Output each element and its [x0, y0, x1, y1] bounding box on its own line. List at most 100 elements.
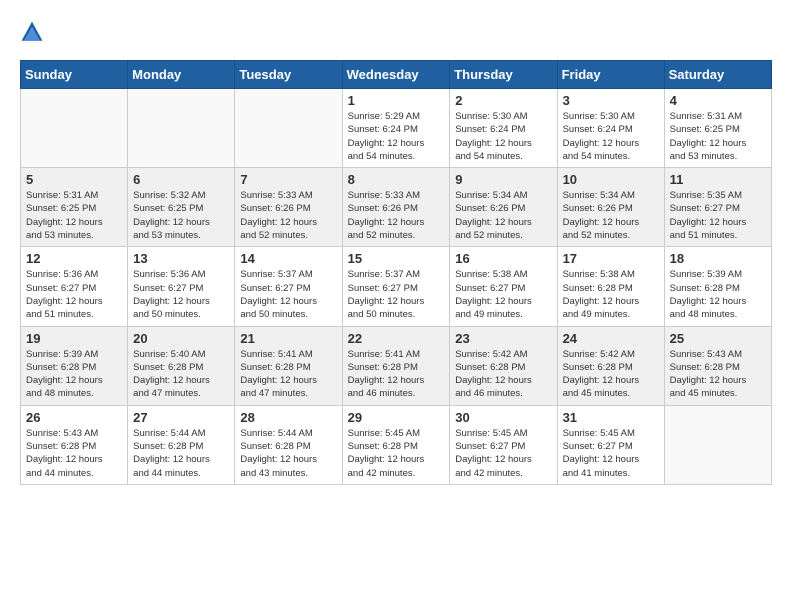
day-number: 22 — [348, 331, 445, 346]
calendar-day-cell: 24 Sunrise: 5:42 AM Sunset: 6:28 PM Dayli… — [557, 326, 664, 405]
calendar-day-cell — [235, 89, 342, 168]
day-info: Sunrise: 5:33 AM Sunset: 6:26 PM Dayligh… — [240, 189, 336, 242]
calendar-day-cell: 18 Sunrise: 5:39 AM Sunset: 6:28 PM Dayli… — [664, 247, 771, 326]
day-info: Sunrise: 5:34 AM Sunset: 6:26 PM Dayligh… — [563, 189, 659, 242]
calendar-day-cell: 23 Sunrise: 5:42 AM Sunset: 6:28 PM Dayli… — [450, 326, 557, 405]
calendar-day-cell: 22 Sunrise: 5:41 AM Sunset: 6:28 PM Dayli… — [342, 326, 450, 405]
day-info: Sunrise: 5:29 AM Sunset: 6:24 PM Dayligh… — [348, 110, 445, 163]
calendar-day-cell: 7 Sunrise: 5:33 AM Sunset: 6:26 PM Daylig… — [235, 168, 342, 247]
day-of-week-header: Monday — [128, 61, 235, 89]
day-number: 17 — [563, 251, 659, 266]
calendar-day-cell — [21, 89, 128, 168]
calendar-day-cell: 3 Sunrise: 5:30 AM Sunset: 6:24 PM Daylig… — [557, 89, 664, 168]
day-info: Sunrise: 5:31 AM Sunset: 6:25 PM Dayligh… — [26, 189, 122, 242]
calendar-day-cell: 14 Sunrise: 5:37 AM Sunset: 6:27 PM Dayli… — [235, 247, 342, 326]
calendar-day-cell: 15Sunrise: 5:37 AM Sunset: 6:27 PM Dayli… — [342, 247, 450, 326]
day-number: 11 — [670, 172, 766, 187]
day-number: 7 — [240, 172, 336, 187]
day-info: Sunrise: 5:45 AM Sunset: 6:27 PM Dayligh… — [563, 427, 659, 480]
day-info: Sunrise: 5:33 AM Sunset: 6:26 PM Dayligh… — [348, 189, 445, 242]
day-number: 3 — [563, 93, 659, 108]
calendar-day-cell: 21 Sunrise: 5:41 AM Sunset: 6:28 PM Dayli… — [235, 326, 342, 405]
logo — [20, 20, 48, 44]
calendar-day-cell: 25 Sunrise: 5:43 AM Sunset: 6:28 PM Dayli… — [664, 326, 771, 405]
calendar-day-cell: 12 Sunrise: 5:36 AM Sunset: 6:27 PM Dayli… — [21, 247, 128, 326]
day-of-week-header: Wednesday — [342, 61, 450, 89]
day-number: 29 — [348, 410, 445, 425]
day-number: 31 — [563, 410, 659, 425]
calendar-week-row: 5 Sunrise: 5:31 AM Sunset: 6:25 PM Daylig… — [21, 168, 772, 247]
day-info: Sunrise: 5:45 AM Sunset: 6:27 PM Dayligh… — [455, 427, 551, 480]
day-of-week-header: Saturday — [664, 61, 771, 89]
day-number: 28 — [240, 410, 336, 425]
day-number: 8 — [348, 172, 445, 187]
calendar-day-cell: 6 Sunrise: 5:32 AM Sunset: 6:25 PM Daylig… — [128, 168, 235, 247]
calendar-day-cell: 5 Sunrise: 5:31 AM Sunset: 6:25 PM Daylig… — [21, 168, 128, 247]
calendar-day-cell: 8 Sunrise: 5:33 AM Sunset: 6:26 PM Daylig… — [342, 168, 450, 247]
day-info: Sunrise: 5:38 AM Sunset: 6:27 PM Dayligh… — [455, 268, 551, 321]
day-number: 4 — [670, 93, 766, 108]
day-info: Sunrise: 5:44 AM Sunset: 6:28 PM Dayligh… — [133, 427, 229, 480]
day-number: 20 — [133, 331, 229, 346]
calendar-day-cell: 2 Sunrise: 5:30 AM Sunset: 6:24 PM Daylig… — [450, 89, 557, 168]
day-number: 1 — [348, 93, 445, 108]
day-info: Sunrise: 5:45 AM Sunset: 6:28 PM Dayligh… — [348, 427, 445, 480]
day-info: Sunrise: 5:37 AM Sunset: 6:27 PM Dayligh… — [240, 268, 336, 321]
day-info: Sunrise: 5:30 AM Sunset: 6:24 PM Dayligh… — [563, 110, 659, 163]
day-info: Sunrise: 5:35 AM Sunset: 6:27 PM Dayligh… — [670, 189, 766, 242]
day-info: Sunrise: 5:43 AM Sunset: 6:28 PM Dayligh… — [670, 348, 766, 401]
day-number: 26 — [26, 410, 122, 425]
calendar-day-cell: 28 Sunrise: 5:44 AM Sunset: 6:28 PM Dayli… — [235, 405, 342, 484]
calendar-day-cell: 9Sunrise: 5:34 AM Sunset: 6:26 PM Daylig… — [450, 168, 557, 247]
day-info: Sunrise: 5:42 AM Sunset: 6:28 PM Dayligh… — [563, 348, 659, 401]
calendar-week-row: 12 Sunrise: 5:36 AM Sunset: 6:27 PM Dayli… — [21, 247, 772, 326]
day-number: 30 — [455, 410, 551, 425]
day-number: 21 — [240, 331, 336, 346]
calendar-day-cell: 17 Sunrise: 5:38 AM Sunset: 6:28 PM Dayli… — [557, 247, 664, 326]
calendar-day-cell: 16Sunrise: 5:38 AM Sunset: 6:27 PM Dayli… — [450, 247, 557, 326]
calendar-day-cell: 20 Sunrise: 5:40 AM Sunset: 6:28 PM Dayli… — [128, 326, 235, 405]
calendar-day-cell: 4Sunrise: 5:31 AM Sunset: 6:25 PM Daylig… — [664, 89, 771, 168]
day-number: 24 — [563, 331, 659, 346]
day-number: 12 — [26, 251, 122, 266]
calendar-week-row: 26 Sunrise: 5:43 AM Sunset: 6:28 PM Dayli… — [21, 405, 772, 484]
day-number: 6 — [133, 172, 229, 187]
day-info: Sunrise: 5:30 AM Sunset: 6:24 PM Dayligh… — [455, 110, 551, 163]
calendar-week-row: 19Sunrise: 5:39 AM Sunset: 6:28 PM Dayli… — [21, 326, 772, 405]
day-number: 27 — [133, 410, 229, 425]
day-number: 5 — [26, 172, 122, 187]
day-number: 25 — [670, 331, 766, 346]
calendar-table: SundayMondayTuesdayWednesdayThursdayFrid… — [20, 60, 772, 485]
day-info: Sunrise: 5:39 AM Sunset: 6:28 PM Dayligh… — [26, 348, 122, 401]
calendar-day-cell: 29 Sunrise: 5:45 AM Sunset: 6:28 PM Dayli… — [342, 405, 450, 484]
calendar-day-cell: 10 Sunrise: 5:34 AM Sunset: 6:26 PM Dayli… — [557, 168, 664, 247]
day-info: Sunrise: 5:41 AM Sunset: 6:28 PM Dayligh… — [348, 348, 445, 401]
day-info: Sunrise: 5:36 AM Sunset: 6:27 PM Dayligh… — [26, 268, 122, 321]
day-info: Sunrise: 5:34 AM Sunset: 6:26 PM Dayligh… — [455, 189, 551, 242]
day-info: Sunrise: 5:39 AM Sunset: 6:28 PM Dayligh… — [670, 268, 766, 321]
day-info: Sunrise: 5:43 AM Sunset: 6:28 PM Dayligh… — [26, 427, 122, 480]
calendar-day-cell: 1 Sunrise: 5:29 AM Sunset: 6:24 PM Daylig… — [342, 89, 450, 168]
calendar-header-row: SundayMondayTuesdayWednesdayThursdayFrid… — [21, 61, 772, 89]
day-info: Sunrise: 5:44 AM Sunset: 6:28 PM Dayligh… — [240, 427, 336, 480]
day-of-week-header: Thursday — [450, 61, 557, 89]
calendar-day-cell: 11 Sunrise: 5:35 AM Sunset: 6:27 PM Dayli… — [664, 168, 771, 247]
day-info: Sunrise: 5:40 AM Sunset: 6:28 PM Dayligh… — [133, 348, 229, 401]
day-number: 14 — [240, 251, 336, 266]
day-number: 10 — [563, 172, 659, 187]
day-info: Sunrise: 5:32 AM Sunset: 6:25 PM Dayligh… — [133, 189, 229, 242]
day-info: Sunrise: 5:38 AM Sunset: 6:28 PM Dayligh… — [563, 268, 659, 321]
day-number: 23 — [455, 331, 551, 346]
day-number: 18 — [670, 251, 766, 266]
calendar-day-cell: 31 Sunrise: 5:45 AM Sunset: 6:27 PM Dayli… — [557, 405, 664, 484]
day-of-week-header: Sunday — [21, 61, 128, 89]
calendar-day-cell: 13Sunrise: 5:36 AM Sunset: 6:27 PM Dayli… — [128, 247, 235, 326]
day-of-week-header: Friday — [557, 61, 664, 89]
page-header — [20, 20, 772, 44]
day-info: Sunrise: 5:42 AM Sunset: 6:28 PM Dayligh… — [455, 348, 551, 401]
day-of-week-header: Tuesday — [235, 61, 342, 89]
day-number: 2 — [455, 93, 551, 108]
calendar-day-cell: 27 Sunrise: 5:44 AM Sunset: 6:28 PM Dayli… — [128, 405, 235, 484]
day-info: Sunrise: 5:41 AM Sunset: 6:28 PM Dayligh… — [240, 348, 336, 401]
calendar-day-cell: 26 Sunrise: 5:43 AM Sunset: 6:28 PM Dayli… — [21, 405, 128, 484]
